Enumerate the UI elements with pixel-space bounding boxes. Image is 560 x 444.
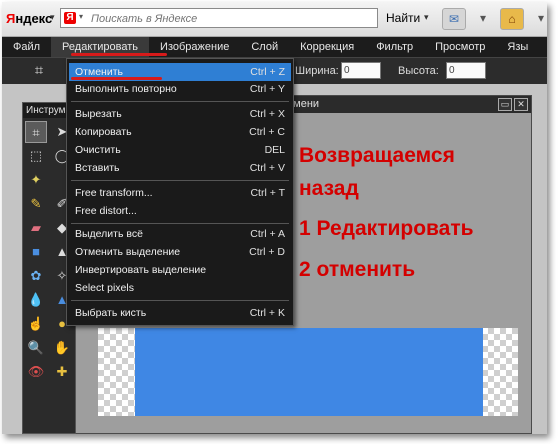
yandex-logo[interactable]: Яндекс [6,11,52,26]
menu-separator [71,101,289,102]
menu-layer[interactable]: Слой [240,37,289,57]
menu-item-select-pixels[interactable]: Select pixels [69,279,291,297]
search-dropdown-icon[interactable]: ▾ [79,12,83,21]
clone-stamp-icon[interactable]: ✿ [25,265,47,287]
zoom-icon[interactable]: 🔍 [25,337,47,359]
find-dropdown-icon[interactable]: ▾ [424,12,429,23]
menu-item-label: Выделить всё [75,228,143,240]
menu-item-free-distort[interactable]: Free distort... [69,202,291,220]
pencil-icon[interactable]: ✎ [25,193,47,215]
menu-item-label: Копировать [75,126,132,138]
menu-item-label: Выбрать кисть [75,307,147,319]
logo-dropdown-icon[interactable]: ▾ [50,12,55,23]
menu-item-shortcut: Ctrl + Z [250,66,285,78]
yandex-search-input[interactable] [89,10,373,28]
menu-filter[interactable]: Фильтр [365,37,424,57]
menu-item-paste[interactable]: Вставить Ctrl + V [69,159,291,177]
yandex-small-icon: Я [64,12,76,24]
menu-item-shortcut: Ctrl + T [250,187,285,199]
services-icon[interactable]: ⌂ [500,8,524,30]
menu-item-label: Отменить выделение [75,246,181,258]
menu-item-shortcut: Ctrl + A [250,228,285,240]
width-field[interactable] [341,62,381,79]
menu-file[interactable]: Файл [2,37,51,57]
yandex-logo-initial: Я [6,11,16,26]
magic-wand-icon[interactable]: ✦ [25,169,47,191]
toolbar-icons: ✉ ▾ ⌂ ▾ ☀ [442,8,547,30]
smudge-icon[interactable]: ☝ [25,313,47,335]
find-button[interactable]: Найти [386,11,420,25]
menu-item-select-all[interactable]: Выделить всё Ctrl + A [69,225,291,243]
menu-item-label: Вставить [75,162,120,174]
menu-item-shortcut: Ctrl + Y [249,83,285,95]
undo-item-underline [71,77,162,80]
menu-item-label: Вырезать [75,108,122,120]
close-icon[interactable]: ✕ [514,98,528,111]
edit-dropdown-menu: Отменить Ctrl + Z Выполнить повторно Ctrl … [66,58,294,326]
menu-language[interactable]: Язы [496,37,539,57]
menu-item-free-transform[interactable]: Free transform... Ctrl + T [69,184,291,202]
menu-adjustment[interactable]: Коррекция [289,37,365,57]
menu-view[interactable]: Просмотр [424,37,496,57]
menu-item-label: Select pixels [75,282,134,294]
width-label: Ширина: [295,65,339,77]
menu-item-label: Free transform... [75,187,153,199]
mail-icon[interactable]: ✉ [442,8,466,30]
menu-item-shortcut: Ctrl + D [249,246,285,258]
canvas-blue-fill [135,328,483,416]
menu-item-cut[interactable]: Вырезать Ctrl + X [69,105,291,123]
eraser-icon[interactable]: ▰ [25,217,47,239]
annotation-line-3: 1 Редактировать [299,217,474,240]
crop-tool-icon[interactable]: ⌗ [25,121,47,143]
annotation-line-2: назад [299,177,359,200]
gradient-icon[interactable]: ■ [25,241,47,263]
yandex-search-box[interactable]: Я ▾ [60,8,378,28]
red-eye-icon[interactable]: 👁 [25,361,47,383]
menu-separator [71,223,289,224]
menu-item-shortcut: Ctrl + C [249,126,285,138]
menu-item-invert-selection[interactable]: Инвертировать выделение [69,261,291,279]
mail-dropdown-icon[interactable]: ▾ [472,8,494,28]
height-field[interactable] [446,62,486,79]
menu-item-shortcut: Ctrl + X [249,108,285,120]
menu-item-label: Выполнить повторно [75,83,177,95]
screenshot-frame: Яндекс ▾ Я ▾ Найти ▾ ✉ ▾ ⌂ ▾ ☀ Файл Реда… [2,2,547,434]
hand-icon[interactable]: ✋ [51,337,73,359]
menu-item-redo[interactable]: Выполнить повторно Ctrl + Y [69,80,291,98]
marquee-tool-icon[interactable]: ⬚ [25,145,47,167]
annotation-line-1: Возвращаемся [299,144,455,167]
menu-item-deselect[interactable]: Отменить выделение Ctrl + D [69,243,291,261]
menu-separator [71,300,289,301]
crop-icon: ⌗ [34,62,44,79]
menu-item-shortcut: Ctrl + K [249,307,285,319]
minimize-icon[interactable]: ▭ [498,98,512,111]
edit-menu-underline [71,53,167,56]
services-dropdown-icon[interactable]: ▾ [530,8,547,28]
menu-item-copy[interactable]: Копировать Ctrl + C [69,123,291,141]
menu-item-pick-brush[interactable]: Выбрать кисть Ctrl + K [69,304,291,322]
yandex-logo-rest: ндекс [15,11,53,26]
height-label: Высота: [398,65,439,77]
canvas-transparent-area[interactable] [98,328,518,416]
blur-icon[interactable]: 💧 [25,289,47,311]
menu-item-shortcut: DEL [264,144,285,156]
spot-heal-icon[interactable]: ✚ [51,361,73,383]
annotation-line-4: 2 отменить [299,258,416,281]
yandex-toolbar: Яндекс ▾ Я ▾ Найти ▾ ✉ ▾ ⌂ ▾ ☀ [2,2,547,37]
menu-item-label: Инвертировать выделение [75,264,207,276]
menu-separator [71,180,289,181]
menu-item-label: Free distort... [75,205,137,217]
menu-item-clear[interactable]: Очистить DEL [69,141,291,159]
menu-item-label: Очистить [75,144,121,156]
menu-item-shortcut: Ctrl + V [249,162,285,174]
